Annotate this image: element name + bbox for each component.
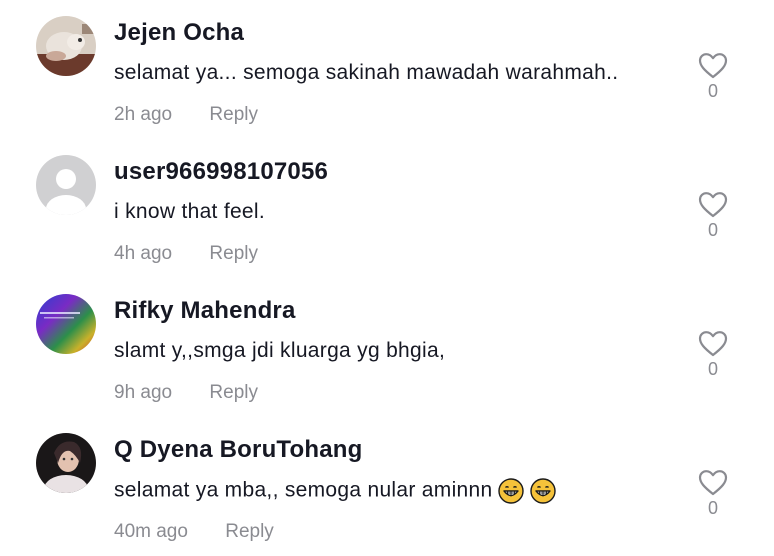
grinning-face-emoji-icon — [530, 478, 557, 504]
comment-text-content: selamat ya mba,, semoga nular aminnn — [114, 478, 493, 502]
gradient-avatar-icon — [36, 294, 96, 354]
heart-icon[interactable] — [698, 52, 728, 79]
reply-button[interactable]: Reply — [209, 243, 258, 265]
like-count: 0 — [707, 220, 718, 240]
comment-time: 2h ago — [114, 104, 173, 125]
user-avatar[interactable] — [36, 433, 96, 493]
comment-time: 9h ago — [114, 382, 173, 403]
like-button[interactable]: 0 — [697, 52, 729, 102]
like-button[interactable]: 0 — [697, 469, 729, 519]
user-avatar[interactable] — [36, 294, 96, 354]
reply-button[interactable]: Reply — [225, 521, 274, 543]
comment-item: Rifky Mahendra slamt y,,smga jdi kluarga… — [0, 278, 774, 417]
reply-button[interactable]: Reply — [209, 382, 258, 404]
like-button[interactable]: 0 — [697, 191, 729, 241]
comment-meta: 4h ago Reply — [114, 243, 258, 265]
like-count: 0 — [707, 81, 718, 101]
comment-text: i know that feel. — [114, 200, 266, 223]
comment-item: Jejen Ocha selamat ya... semoga sakinah … — [0, 0, 774, 139]
comment-item: user966998107056 i know that feel. 4h ag… — [0, 139, 774, 278]
like-button[interactable]: 0 — [697, 330, 729, 380]
heart-icon[interactable] — [698, 469, 728, 496]
comment-username[interactable]: user966998107056 — [114, 158, 328, 186]
comment-username[interactable]: Q Dyena BoruTohang — [114, 436, 363, 464]
reply-button[interactable]: Reply — [209, 104, 258, 126]
comment-username[interactable]: Jejen Ocha — [114, 19, 244, 47]
user-avatar[interactable] — [36, 155, 96, 215]
comment-text: selamat ya mba,, semoga nular aminnn — [114, 478, 557, 504]
grinning-face-emoji-icon — [498, 478, 525, 504]
person-photo-avatar-icon — [36, 433, 96, 493]
like-count: 0 — [707, 359, 718, 379]
comment-username[interactable]: Rifky Mahendra — [114, 297, 296, 325]
default-user-avatar-icon — [36, 155, 96, 215]
comment-meta: 2h ago Reply — [114, 104, 258, 126]
cat-photo-avatar-icon — [36, 16, 96, 76]
heart-icon[interactable] — [698, 330, 728, 357]
comment-item: Q Dyena BoruTohang selamat ya mba,, semo… — [0, 417, 774, 556]
comment-time: 40m ago — [114, 521, 188, 542]
comment-text: selamat ya... semoga sakinah mawadah war… — [114, 61, 619, 84]
heart-icon[interactable] — [698, 191, 728, 218]
comment-meta: 40m ago Reply — [114, 521, 274, 543]
comment-time: 4h ago — [114, 243, 173, 264]
comment-text: slamt y,,smga jdi kluarga yg bhgia, — [114, 339, 446, 362]
like-count: 0 — [707, 498, 718, 518]
comment-meta: 9h ago Reply — [114, 382, 258, 404]
user-avatar[interactable] — [36, 16, 96, 76]
